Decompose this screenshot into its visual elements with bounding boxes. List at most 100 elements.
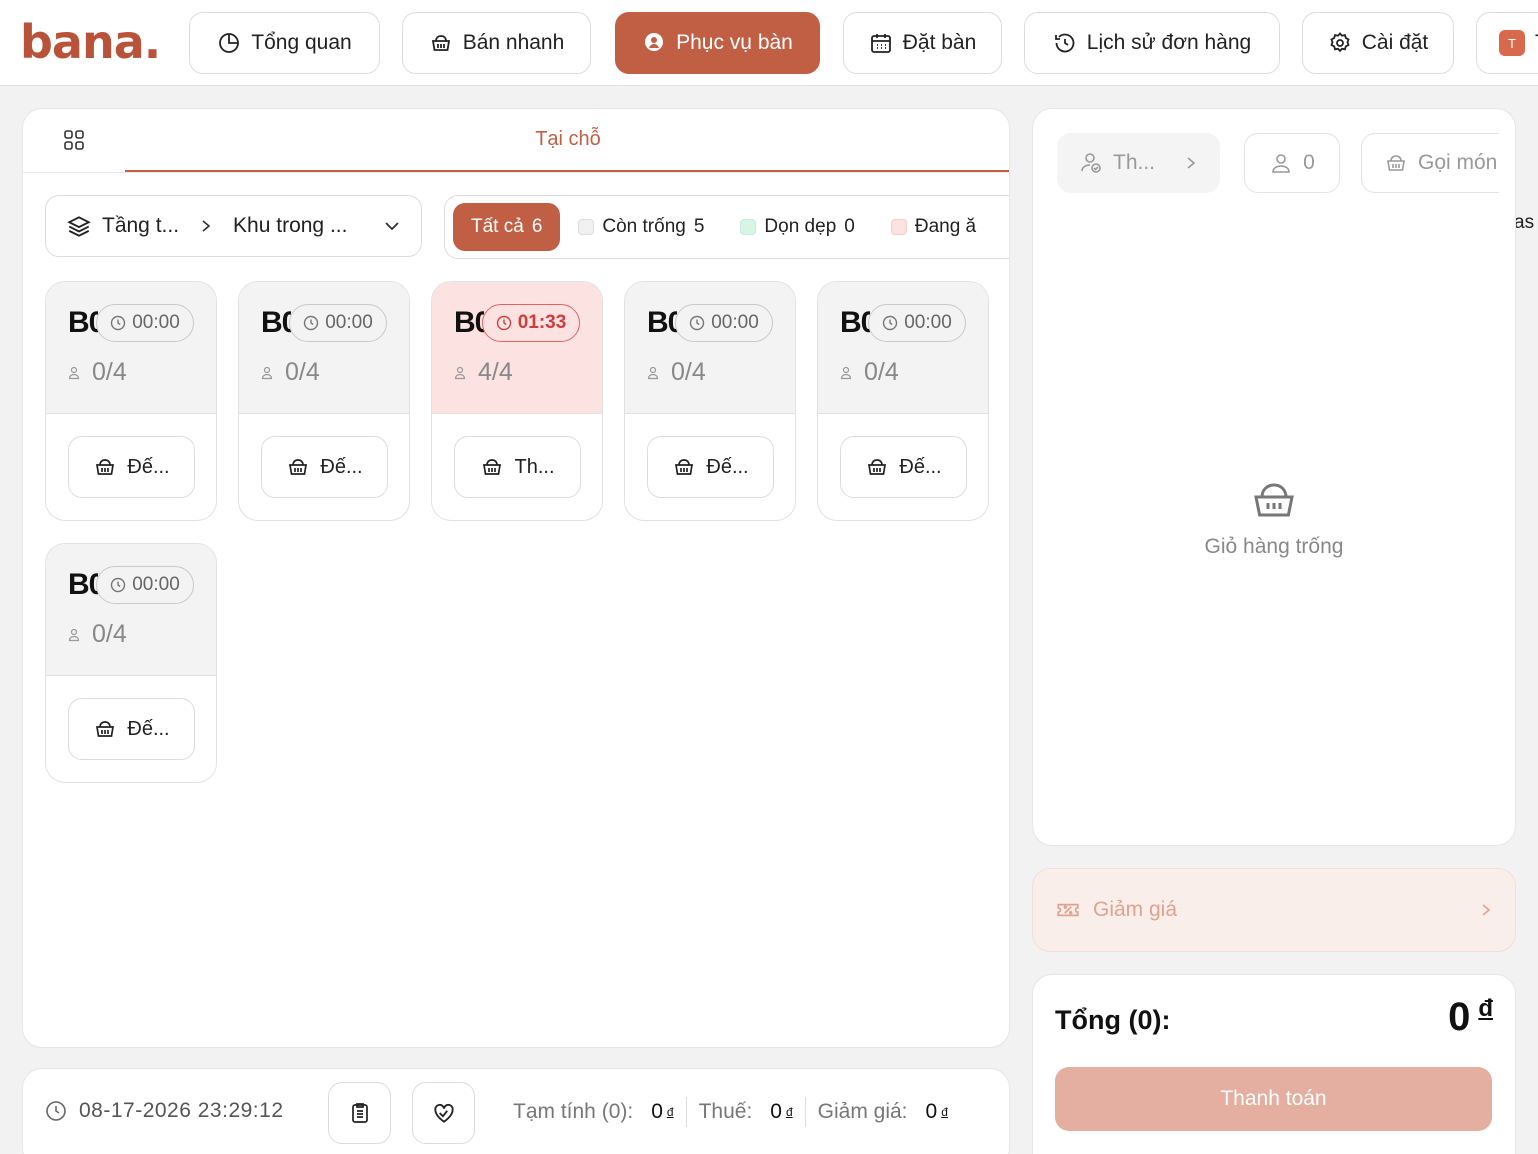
chevron-right-icon [1187, 157, 1196, 169]
grid-view-icon[interactable] [63, 129, 85, 151]
heart-hand-icon [433, 1103, 454, 1123]
clock-icon [689, 315, 705, 331]
total-label: Tổng (0): [1055, 1005, 1171, 1035]
nav-order-history-button[interactable]: Lịch sử đơn hàng [1024, 12, 1280, 74]
calendar-icon [870, 34, 891, 53]
filter-available-chip[interactable]: Còn trống 5 [560, 203, 722, 251]
table-action-button[interactable]: Đế... [261, 436, 388, 498]
table-name: B0 [840, 306, 870, 339]
nav-reservation-button[interactable]: Đặt bàn [843, 12, 1002, 74]
tax-label: Thuế: [698, 1100, 753, 1123]
pay-button[interactable]: Thanh toán [1055, 1067, 1492, 1131]
filter-all-chip[interactable]: Tất cả 6 [453, 203, 561, 251]
timer-text: 00:00 [325, 312, 373, 333]
available-swatch [578, 219, 595, 235]
table-action-button[interactable]: Đế... [68, 436, 195, 498]
table-card[interactable]: B0 00:00 0/4 Đế... [817, 281, 989, 521]
tab-dine-in[interactable]: Tại chỗ [125, 109, 1009, 172]
table-action-label: Th... [514, 455, 555, 478]
filter-cleaning-label: Dọn dẹp [764, 216, 837, 237]
basket-icon [93, 717, 117, 741]
basket-icon [286, 455, 310, 479]
discount-label: Giảm giá: [817, 1100, 908, 1123]
gear-icon [1330, 32, 1350, 53]
tax-currency: đ [785, 1105, 793, 1119]
filter-cleaning-chip[interactable]: Dọn dẹp 0 [722, 203, 872, 251]
user-check-icon [1081, 153, 1101, 173]
nav-settings-label: Cài đặt [1361, 31, 1429, 54]
clock-icon [882, 315, 898, 331]
status-filter-bar: Tất cả 6 Còn trống 5 Dọn dẹp 0 Đang ă [444, 195, 1009, 259]
customer-selector[interactable]: Th... [1057, 133, 1220, 193]
table-guests: 0/4 [840, 358, 899, 387]
filter-all-count: 6 [531, 216, 543, 237]
subtotal-currency: đ [666, 1105, 674, 1119]
user-menu-button[interactable]: T T [1476, 12, 1538, 74]
nav-order-history-label: Lịch sử đơn hàng [1086, 31, 1252, 54]
table-map-panel: Tại chỗ Tầng t... Khu trong ... Tất cả 6… [22, 108, 1010, 1048]
coupon-icon [1057, 903, 1079, 917]
basket-icon [1387, 155, 1405, 171]
timer-text: 00:00 [904, 312, 952, 333]
person-icon [647, 366, 659, 380]
table-card[interactable]: B0 00:00 0/4 Đế... [45, 281, 217, 521]
table-action-button[interactable]: Đế... [647, 436, 774, 498]
person-icon [454, 366, 466, 380]
table-guests: 4/4 [454, 358, 513, 387]
order-items-button[interactable]: Gọi món [1361, 133, 1499, 193]
customer-label: Th... [1113, 151, 1156, 174]
datetime-text: 08-17-2026 23:29:12 [79, 1099, 284, 1122]
table-timer: 01:33 [482, 304, 580, 342]
layers-icon [67, 216, 91, 237]
guest-ratio: 4/4 [478, 358, 513, 386]
table-action-label: Đế... [899, 455, 942, 478]
guest-count-selector[interactable]: 0 [1244, 133, 1340, 193]
nav-quick-sale-button[interactable]: Bán nhanh [402, 12, 591, 74]
empty-cart-state: Giỏ hàng trống [1033, 475, 1515, 559]
nav-overview-button[interactable]: Tổng quan [189, 12, 380, 74]
table-action-label: Đế... [320, 455, 363, 478]
datetime-display: 08-17-2026 23:29:12 [45, 1099, 284, 1123]
table-action-button[interactable]: Th... [454, 436, 581, 498]
discount-row[interactable]: Giảm giá [1032, 868, 1516, 952]
chevron-down-icon [385, 222, 399, 231]
timer-text: 00:00 [132, 312, 180, 333]
cart-panel: Th... 0 Gọi món Giỏ hàng trống [1032, 108, 1516, 846]
service-type-tabs: Tại chỗ [23, 109, 1009, 173]
empty-basket-icon [1254, 483, 1294, 517]
divider [804, 1097, 806, 1127]
basket-icon [480, 455, 504, 479]
waiter-icon [645, 33, 664, 51]
clock-icon [110, 315, 126, 331]
table-action-button[interactable]: Đế... [840, 436, 967, 498]
empty-cart-text: Giỏ hàng trống [1204, 535, 1344, 558]
filter-dining-chip[interactable]: Đang ă [873, 203, 994, 251]
table-card[interactable]: B0 00:00 0/4 Đế... [238, 281, 410, 521]
basket-icon [431, 35, 450, 51]
basket-icon [93, 455, 117, 479]
table-timer: 00:00 [96, 566, 194, 604]
guest-ratio: 0/4 [864, 358, 899, 386]
nav-table-service-button[interactable]: Phục vụ bàn [615, 12, 820, 74]
timer-text: 00:00 [711, 312, 759, 333]
filter-available-count: 5 [693, 216, 705, 237]
person-icon [68, 366, 80, 380]
table-timer: 00:00 [675, 304, 773, 342]
favorites-button[interactable] [412, 1082, 475, 1144]
table-card-header: B0 00:00 0/4 [818, 282, 988, 414]
table-name: B0 [68, 568, 98, 601]
clock-icon [303, 315, 319, 331]
timer-text: 00:00 [132, 574, 180, 595]
order-notes-button[interactable] [328, 1082, 391, 1144]
table-card[interactable]: B0 00:00 0/4 Đế... [45, 543, 217, 783]
table-timer: 00:00 [289, 304, 387, 342]
checkout-box: Tổng (0): 0đ Thanh toán [1032, 974, 1516, 1154]
table-card[interactable]: B0 00:00 0/4 Đế... [624, 281, 796, 521]
area-selector[interactable]: Tầng t... Khu trong ... [45, 195, 422, 257]
edge-clipped-text: as [1514, 212, 1535, 233]
subtotal-value: 0 [651, 1100, 663, 1123]
table-card[interactable]: B0 01:33 4/4 Th... [431, 281, 603, 521]
table-action-button[interactable]: Đế... [68, 698, 195, 760]
nav-settings-button[interactable]: Cài đặt [1302, 12, 1454, 74]
bana-logo[interactable]: bana. [20, 14, 161, 70]
